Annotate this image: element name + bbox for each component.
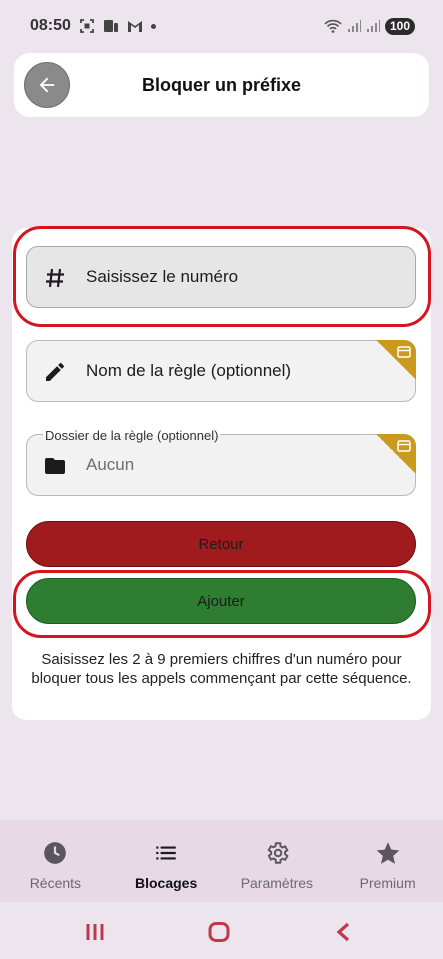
rule-name-placeholder: Nom de la règle (optionnel) bbox=[86, 361, 292, 380]
status-right: 100 bbox=[324, 17, 415, 35]
system-nav-bar bbox=[0, 902, 443, 959]
screenshot-icon bbox=[80, 19, 94, 33]
nav-item-recents[interactable]: Récents bbox=[0, 820, 111, 902]
clock-icon bbox=[44, 842, 67, 864]
recent-apps-icon[interactable] bbox=[85, 922, 105, 942]
battery-indicator: 100 bbox=[384, 17, 415, 35]
gmail-icon bbox=[127, 21, 142, 32]
wifi-icon bbox=[324, 19, 342, 33]
signal-icon bbox=[347, 20, 361, 32]
system-back-icon[interactable] bbox=[335, 922, 353, 942]
nav-item-premium[interactable]: Premium bbox=[332, 820, 443, 902]
status-bar: 08:50 100 bbox=[0, 0, 443, 52]
nav-label-premium: Premium bbox=[359, 875, 416, 891]
number-input-placeholder: Saisissez le numéro bbox=[86, 267, 239, 286]
help-text: Saisissez les 2 à 9 premiers chiffres d'… bbox=[31, 651, 412, 687]
page-title: Bloquer un préfixe bbox=[141, 75, 302, 95]
status-left: 08:50 bbox=[30, 17, 156, 35]
dot-icon bbox=[150, 23, 156, 29]
rule-name-input[interactable]: Nom de la règle (optionnel) bbox=[26, 340, 416, 402]
premium-badge bbox=[376, 340, 416, 380]
premium-card-icon bbox=[397, 440, 411, 452]
nav-item-parametres[interactable]: Paramètres bbox=[222, 820, 333, 902]
hash-icon bbox=[41, 264, 69, 292]
star-icon bbox=[376, 842, 399, 864]
premium-badge-2 bbox=[376, 434, 416, 474]
device-icon bbox=[103, 20, 118, 32]
gear-icon bbox=[267, 842, 289, 864]
pencil-icon bbox=[41, 358, 69, 386]
ajouter-button[interactable]: Ajouter bbox=[26, 578, 416, 624]
nav-label-recents: Récents bbox=[29, 875, 82, 891]
bottom-nav: Récents Blocages Paramètres Premium bbox=[0, 820, 443, 902]
folder-icon bbox=[41, 452, 69, 480]
top-bar: Bloquer un préfixe bbox=[14, 53, 429, 117]
signal-icon-2 bbox=[366, 20, 380, 32]
nav-label-blocages: Blocages bbox=[135, 875, 198, 891]
rule-folder-value: Aucun bbox=[86, 455, 135, 474]
retour-button[interactable]: Retour bbox=[26, 521, 416, 567]
nav-item-blocages[interactable]: Blocages bbox=[111, 820, 222, 902]
list-icon bbox=[156, 846, 176, 860]
number-input[interactable]: Saisissez le numéro bbox=[26, 246, 416, 308]
rule-folder-select[interactable]: Dossier de la règle (optionnel) Aucun bbox=[26, 428, 416, 496]
back-button[interactable] bbox=[24, 62, 70, 108]
premium-card-icon bbox=[397, 346, 411, 358]
status-time: 08:50 bbox=[30, 17, 71, 34]
nav-label-parametres: Paramètres bbox=[240, 875, 314, 891]
home-icon[interactable] bbox=[208, 922, 230, 942]
arrow-left-icon bbox=[39, 77, 55, 93]
